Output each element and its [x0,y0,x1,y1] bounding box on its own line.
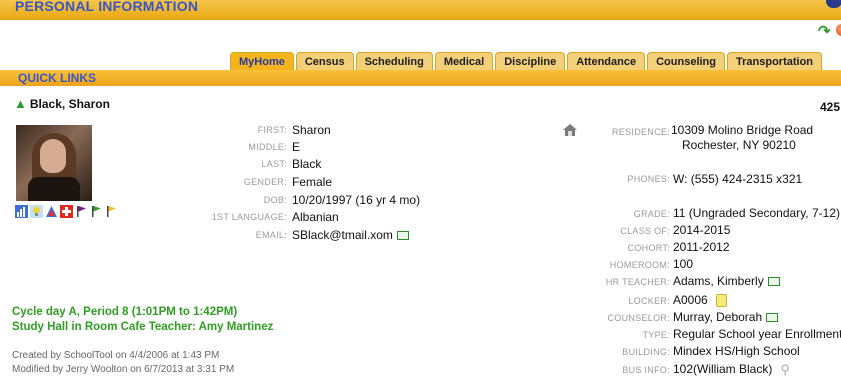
tab-counseling[interactable]: Counseling [647,52,725,71]
residence-line1: 10309 Molino Bridge Road [671,123,814,137]
schedule-line2: Study Hall in Room Cafe Teacher: Amy Mar… [12,321,274,333]
dob-label: DOB: [263,195,287,205]
flag-icon[interactable] [75,205,88,218]
close-ball-icon[interactable] [836,24,841,36]
cohort-label: COHORT: [627,243,670,253]
homeroom-value: 100 [673,257,694,271]
quick-links-label[interactable]: QUICK LINKS [18,71,96,85]
counselor-value: Murray, Deborah [673,310,763,324]
businfo-label: BUS INFO: [622,365,670,375]
middle-label: MIDDLE: [248,142,287,152]
magnifier-icon[interactable]: ⚲ [780,362,790,378]
counselor-mail-icon[interactable] [766,313,779,323]
gender-value: Female [292,175,333,189]
first-value: Sharon [292,123,331,137]
phones-label: PHONES: [627,174,670,184]
photo-face [40,139,66,173]
schedule-line1: Cycle day A, Period 8 (1:01PM to 1:42PM) [12,306,238,318]
header-title: PERSONAL INFORMATION [15,0,199,14]
tab-scheduling[interactable]: Scheduling [355,52,433,71]
dob-value: 10/20/1997 (16 yr 4 mo) [292,193,421,207]
email-label: EMAIL: [255,230,287,240]
first-label: FIRST: [257,125,287,135]
counselor-row: Murray, Deborah [673,310,779,324]
locker-label: LOCKER: [628,296,670,306]
red-cross-icon[interactable] [60,205,73,218]
hrteacher-label: HR TEACHER: [605,277,670,287]
classof-value: 2014-2015 [673,223,731,237]
photo-body [28,177,80,201]
student-name-row: ▲ Black, Sharon [14,96,110,111]
triangle-icon[interactable] [45,205,58,218]
student-id: 425 [820,100,841,114]
record-footer: Created by SchoolTool on 4/4/2006 at 1:4… [12,349,234,377]
student-name: Black, Sharon [29,97,110,111]
classof-label: CLASS OF: [620,226,670,236]
student-photo [16,125,92,201]
locker-row: A0006 [673,293,727,308]
tab-transportation[interactable]: Transportation [727,52,823,71]
type-value: Regular School year Enrollment [673,327,841,341]
gender-label: GENDER: [243,177,287,187]
created-text: Created by SchoolTool on 4/4/2006 at 1:4… [12,350,220,361]
personal-information-header: PERSONAL INFORMATION [0,0,841,20]
tab-attendance[interactable]: Attendance [567,52,646,71]
tab-myhome[interactable]: MyHome [230,52,294,71]
grade-label: GRADE: [633,209,670,219]
language-value: Albanian [292,210,339,224]
green-flag-icon[interactable] [90,205,103,218]
lock-icon[interactable] [715,294,727,308]
hrteacher-row: Adams, Kimberly [673,274,780,288]
residence-line2: Rochester, NY 90210 [682,138,796,152]
last-value: Black [292,157,322,171]
hrteacher-mail-icon[interactable] [767,277,780,287]
type-label: TYPE: [642,330,670,340]
header-globe-icon[interactable] [826,0,841,8]
counselor-label: COUNSELOR: [607,313,670,323]
language-label: 1ST LANGUAGE: [211,212,287,222]
homeroom-label: HOMEROOM: [609,260,670,270]
tab-census[interactable]: Census [295,52,354,71]
residence-label: RESIDENCE: [611,127,670,137]
phones-value: W: (555) 424-2315 x321 [673,172,803,186]
bar-chart-icon[interactable] [15,205,28,218]
middle-value: E [292,140,301,154]
hrteacher-value: Adams, Kimberly [673,274,764,288]
grade-value: 11 (Ungraded Secondary, 7-12) [673,206,840,220]
quick-links-bar: QUICK LINKS [0,70,841,86]
last-label: LAST: [261,159,287,169]
building-value: Mindex HS/High School [673,344,800,358]
lightbulb-icon[interactable] [30,205,43,218]
modified-text: Modified by Jerry Woolton on 6/7/2013 at… [12,364,235,375]
email-row: SBlack@tmail.xom [292,228,409,242]
locker-value: A0006 [673,293,708,307]
cohort-value: 2011-2012 [673,240,730,254]
businfo-value: 102(William Black) [673,362,773,377]
businfo-row: 102(William Black) ⚲ [673,362,790,378]
tab-discipline[interactable]: Discipline [495,52,566,71]
refresh-arrow-icon[interactable]: ↷ [818,22,831,40]
yellow-flag-icon[interactable] [105,205,118,218]
current-schedule: Cycle day A, Period 8 (1:01PM to 1:42PM)… [12,305,273,335]
tab-medical[interactable]: Medical [434,52,494,71]
green-up-arrow-icon[interactable]: ▲ [14,96,27,111]
email-value[interactable]: SBlack@tmail.xom [292,228,393,242]
tab-bar: MyHome Census Scheduling Medical Discipl… [230,52,824,71]
email-mail-icon[interactable] [396,231,409,241]
house-icon [563,124,577,136]
building-label: BUILDING: [622,347,670,357]
status-icons [15,205,118,218]
